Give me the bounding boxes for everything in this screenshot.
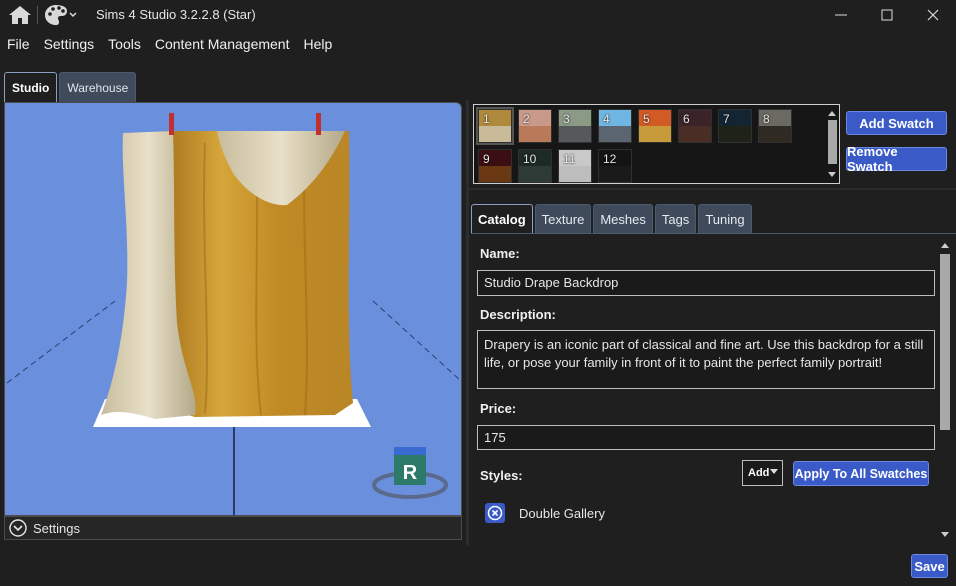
remove-swatch-button[interactable]: Remove Swatch [846, 144, 947, 174]
swatch-number: 1 [483, 112, 490, 126]
catalog-scroll-thumb[interactable] [940, 254, 950, 430]
scroll-down-icon[interactable] [826, 170, 838, 180]
name-field[interactable]: Studio Drape Backdrop [477, 270, 935, 296]
rotate-badge-letter: R [403, 462, 418, 484]
preview-viewport[interactable]: R [4, 102, 462, 516]
styles-mode-select[interactable]: Add [742, 460, 783, 486]
scroll-down-icon[interactable] [939, 530, 951, 540]
swatch-number: 11 [563, 152, 576, 166]
swatch-5[interactable]: 5 [638, 109, 672, 143]
add-swatch-button[interactable]: Add Swatch [846, 111, 947, 135]
title-bar: Sims 4 Studio 3.2.2.8 (Star) [0, 0, 956, 30]
clamp-left [169, 113, 174, 135]
clamp-right [316, 113, 321, 135]
menu-bar: File Settings Tools Content Management H… [0, 32, 339, 56]
swatch-number: 4 [603, 112, 610, 126]
menu-file[interactable]: File [0, 32, 37, 56]
price-label: Price: [480, 401, 517, 416]
window-title: Sims 4 Studio 3.2.2.8 (Star) [96, 7, 256, 22]
swatch-number: 5 [643, 112, 650, 126]
swatch-scroll-thumb[interactable] [828, 120, 837, 164]
swatch-number: 7 [723, 112, 730, 126]
left-tab-strip: Studio Warehouse [4, 72, 137, 102]
swatch-number: 3 [563, 112, 570, 126]
maximize-button[interactable] [864, 0, 910, 30]
minimize-button[interactable] [818, 0, 864, 30]
swatch-number: 6 [683, 112, 690, 126]
apply-all-swatches-button[interactable]: Apply To All Swatches [793, 461, 929, 486]
name-label: Name: [480, 246, 520, 261]
menu-settings[interactable]: Settings [37, 32, 102, 56]
close-circle-icon [487, 505, 503, 521]
save-button[interactable]: Save [911, 554, 948, 578]
description-label: Description: [480, 307, 556, 322]
swatch-8[interactable]: 8 [758, 109, 792, 143]
tab-catalog[interactable]: Catalog [471, 204, 533, 233]
swatch-number: 2 [523, 112, 530, 126]
viewport-scene: R [6, 113, 461, 515]
swatch-3[interactable]: 3 [558, 109, 592, 143]
catalog-scrollbar[interactable] [939, 240, 951, 540]
swatch-11[interactable]: 11 [558, 149, 592, 183]
swatch-number: 9 [483, 152, 490, 166]
close-button[interactable] [910, 0, 956, 30]
title-separator [37, 6, 38, 24]
panel-divider [469, 188, 956, 190]
menu-help[interactable]: Help [296, 32, 339, 56]
menu-content-management[interactable]: Content Management [148, 32, 297, 56]
swatch-number: 8 [763, 112, 770, 126]
swatch-9[interactable]: 9 [478, 149, 512, 183]
swatch-grid: 1 2 3 4 5 6 7 8 9 10 11 12 [473, 104, 840, 184]
palette-icon[interactable] [44, 3, 78, 27]
description-field[interactable]: Drapery is an iconic part of classical a… [477, 330, 935, 389]
floor-guide-right [372, 300, 461, 382]
viewport-settings-label: Settings [33, 520, 80, 536]
tab-tags[interactable]: Tags [654, 204, 697, 233]
chevron-down-icon[interactable] [9, 519, 27, 537]
catalog-panel: Name: Studio Drape Backdrop Description:… [471, 233, 956, 545]
remove-style-button[interactable] [485, 503, 505, 523]
close-icon [927, 9, 939, 21]
chevron-down-icon [770, 469, 778, 474]
scroll-up-icon[interactable] [939, 240, 951, 250]
swatch-number: 12 [603, 152, 617, 166]
tab-meshes[interactable]: Meshes [593, 204, 653, 233]
swatch-6[interactable]: 6 [678, 109, 712, 143]
floor-guide-left [6, 300, 116, 384]
home-icon[interactable] [8, 5, 32, 25]
menu-tools[interactable]: Tools [101, 32, 148, 56]
maximize-icon [881, 9, 893, 21]
style-name: Double Gallery [519, 505, 605, 521]
style-item: Double Gallery [485, 503, 605, 523]
tab-warehouse[interactable]: Warehouse [59, 72, 137, 102]
swatch-scrollbar[interactable] [826, 106, 838, 182]
right-tab-strip: Catalog Texture Meshes Tags Tuning [471, 204, 752, 233]
panel-splitter[interactable] [466, 100, 469, 546]
viewport-settings-bar[interactable]: Settings [4, 516, 462, 540]
swatch-7[interactable]: 7 [718, 109, 752, 143]
swatch-1[interactable]: 1 [476, 107, 514, 145]
minimize-icon [835, 14, 847, 16]
swatch-2[interactable]: 2 [518, 109, 552, 143]
tab-tuning[interactable]: Tuning [698, 204, 752, 233]
tab-studio[interactable]: Studio [4, 72, 58, 102]
price-field[interactable]: 175 [477, 425, 935, 450]
swatch-12[interactable]: 12 [598, 149, 632, 183]
tab-texture[interactable]: Texture [534, 204, 592, 233]
scroll-up-icon[interactable] [826, 108, 838, 118]
swatch-10[interactable]: 10 [518, 149, 552, 183]
swatch-4[interactable]: 4 [598, 109, 632, 143]
styles-label: Styles: [480, 468, 523, 483]
styles-mode-value: Add [748, 467, 770, 479]
swatch-number: 10 [523, 152, 537, 166]
